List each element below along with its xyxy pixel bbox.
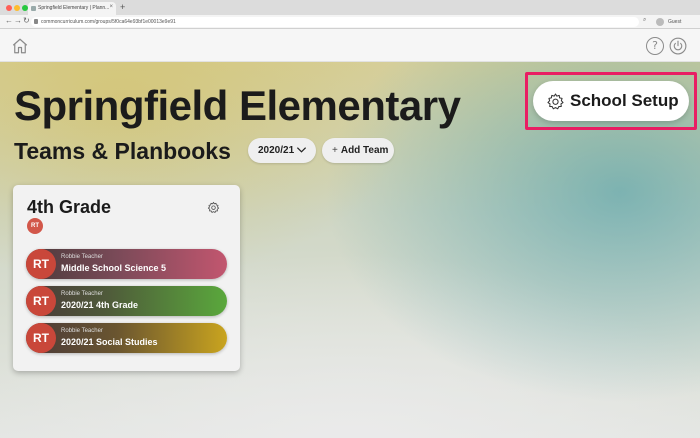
add-team-button[interactable]: + Add Team — [322, 138, 394, 163]
new-tab-button[interactable]: + — [120, 2, 125, 12]
browser-toolbar: ← → ↻ commoncurriculum.com/groups/5f0ca6… — [0, 15, 700, 29]
planbook-item[interactable]: RT Robbie Teacher Middle School Science … — [26, 249, 227, 279]
planbook-owner: Robbie Teacher — [61, 291, 103, 297]
power-icon[interactable] — [669, 37, 687, 55]
school-setup-button[interactable]: School Setup — [533, 81, 689, 121]
avatar: RT — [26, 286, 56, 316]
avatar: RT — [26, 249, 56, 279]
team-card: 4th Grade RT RT Robbie Teacher Middle Sc… — [13, 185, 240, 371]
team-name: 4th Grade — [27, 197, 112, 217]
reload-icon[interactable]: ↻ — [23, 16, 30, 25]
window-close-button[interactable] — [6, 5, 12, 11]
planbook-item[interactable]: RT Robbie Teacher 2020/21 Social Studies — [26, 323, 227, 353]
tab-title: Springfield Elementary | Plann... — [38, 5, 110, 11]
tab-close-icon[interactable]: × — [109, 4, 113, 10]
add-team-label: Add Team — [340, 145, 389, 156]
profile-avatar-icon[interactable] — [656, 18, 664, 26]
year-select[interactable]: 2020/21 — [248, 138, 316, 163]
lock-icon — [34, 19, 38, 24]
main-content: Springfield Elementary Teams & Planbooks… — [0, 62, 700, 438]
planbook-name: 2020/21 4th Grade — [61, 300, 139, 310]
address-bar[interactable]: commoncurriculum.com/groups/5f0ca64e93bf… — [31, 17, 639, 27]
planbook-owner: Robbie Teacher — [61, 328, 103, 334]
profile-label: Guest — [668, 19, 682, 25]
planbook-name: Middle School Science 5 — [61, 263, 167, 273]
team-settings-gear-icon[interactable] — [207, 201, 220, 214]
school-setup-label: School Setup — [570, 91, 679, 110]
planbook-item[interactable]: RT Robbie Teacher 2020/21 4th Grade — [26, 286, 227, 316]
app-header: ? — [0, 29, 700, 62]
back-icon[interactable]: ← — [5, 16, 13, 25]
gear-icon — [547, 93, 564, 110]
page-title: Springfield Elementary — [14, 82, 461, 129]
avatar: RT — [26, 323, 56, 353]
favicon-icon — [31, 6, 36, 11]
section-title: Teams & Planbooks — [14, 138, 231, 164]
year-select-value: 2020/21 — [258, 145, 295, 156]
zoom-icon[interactable]: ⌕ — [643, 17, 646, 24]
planbook-owner: Robbie Teacher — [61, 254, 103, 260]
help-icon[interactable]: ? — [646, 37, 664, 55]
plus-icon: + — [332, 145, 338, 156]
window-minimize-button[interactable] — [14, 5, 20, 11]
help-symbol: ? — [652, 39, 658, 52]
address-url: commoncurriculum.com/groups/5f0ca64e93bf… — [41, 19, 176, 25]
home-icon[interactable] — [11, 37, 29, 55]
forward-icon[interactable]: → — [14, 16, 22, 25]
team-member-avatar[interactable]: RT — [27, 218, 43, 234]
browser-tab-bar: Springfield Elementary | Plann... × + — [0, 0, 700, 15]
chevron-down-icon — [296, 147, 307, 153]
planbook-name: 2020/21 Social Studies — [61, 337, 158, 347]
browser-tab[interactable]: Springfield Elementary | Plann... × — [28, 2, 116, 15]
